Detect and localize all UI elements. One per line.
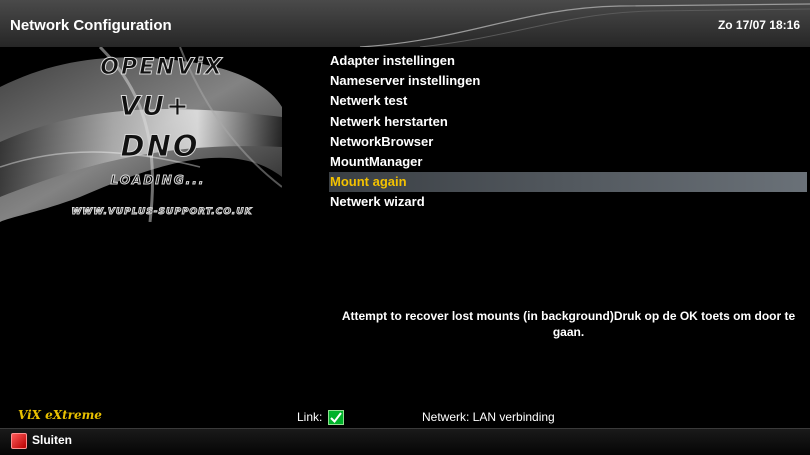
link-status-check-icon: [328, 410, 344, 425]
network-menu: Adapter instellingen Nameserver instelli…: [329, 51, 807, 213]
menu-item-mount-manager[interactable]: MountManager: [330, 152, 807, 172]
logo-line-1: OPENViX: [100, 55, 224, 81]
close-button-label[interactable]: Sluiten: [32, 433, 72, 447]
brand-logo-text: ViX eXtreme: [18, 408, 102, 422]
logo-line-2: VU+: [119, 91, 191, 123]
checkmark-icon: [330, 412, 342, 424]
menu-item-mount-again[interactable]: Mount again: [329, 172, 807, 193]
logo-line-4: LOADING...: [110, 173, 206, 188]
menu-item-network-restart[interactable]: Netwerk herstarten: [330, 112, 807, 132]
item-description: Attempt to recover lost mounts (in backg…: [341, 309, 796, 339]
link-label: Link:: [297, 410, 323, 424]
menu-item-adapter-settings[interactable]: Adapter instellingen: [330, 51, 807, 71]
menu-item-nameserver-settings[interactable]: Nameserver instellingen: [330, 71, 807, 91]
logo-line-3: DNO: [120, 129, 200, 164]
footer-bar: [0, 429, 810, 455]
boot-logo-image: OPENViX VU+ DNO LOADING... WWW.VUPLUS-SU…: [0, 47, 282, 222]
menu-item-network-wizard[interactable]: Netwerk wizard: [330, 192, 807, 212]
logo-line-5: WWW.VUPLUS-SUPPORT.CO.UK: [71, 207, 253, 218]
clock-display: Zo 17/07 18:16: [717, 18, 800, 32]
menu-item-network-test[interactable]: Netwerk test: [330, 91, 807, 111]
network-status: Netwerk: LAN verbinding: [422, 410, 555, 424]
page-title: Network Configuration: [10, 17, 172, 34]
menu-item-network-browser[interactable]: NetworkBrowser: [330, 132, 807, 152]
red-key-icon[interactable]: [11, 433, 27, 449]
title-bar: Network Configuration Zo 17/07 18:16: [0, 0, 810, 47]
